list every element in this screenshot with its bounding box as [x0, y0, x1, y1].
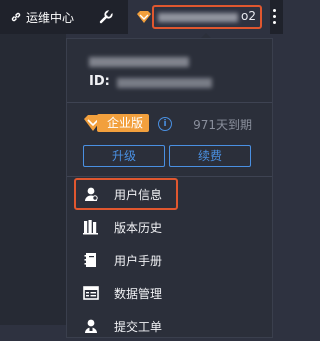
edition-badge: 企业版	[83, 113, 150, 133]
divider	[67, 176, 272, 177]
more-icon[interactable]	[273, 9, 276, 24]
vip-diamond-icon	[137, 11, 151, 23]
id-label: ID:	[89, 74, 110, 89]
menu-item-data-management[interactable]: 数据管理	[67, 278, 272, 308]
menu-item-label: 提交工单	[114, 320, 163, 334]
info-icon[interactable]: i	[158, 117, 172, 131]
left-background	[0, 34, 66, 325]
account-name-redacted	[158, 13, 238, 22]
version-history-icon	[83, 220, 98, 235]
ops-center-label: 运维中心	[26, 10, 75, 25]
menu-item-label: 用户手册	[114, 254, 163, 268]
menu-item-label: 版本历史	[114, 221, 163, 235]
ticket-icon	[85, 319, 97, 333]
renew-button[interactable]: 续费	[169, 145, 251, 167]
menu-item-label: 数据管理	[114, 287, 163, 301]
divider	[67, 102, 272, 103]
account-name[interactable]: o2	[152, 5, 262, 29]
edition-label: 企业版	[97, 114, 150, 132]
top-bar: 运维中心 o2	[0, 0, 283, 34]
ops-center-link[interactable]: 运维中心	[10, 0, 74, 34]
user-name-redacted	[89, 57, 189, 67]
wrench-icon[interactable]	[98, 9, 114, 25]
menu-item-submit-ticket[interactable]: 提交工单	[67, 311, 272, 341]
manual-icon	[84, 253, 96, 267]
account-name-suffix: o2	[241, 9, 256, 23]
menu-item-version-history[interactable]: 版本历史	[67, 212, 272, 242]
link-icon	[11, 12, 21, 22]
expire-text: 971天到期	[193, 118, 252, 132]
menu-item-user-manual[interactable]: 用户手册	[67, 245, 272, 275]
upgrade-button[interactable]: 升级	[83, 145, 165, 167]
data-management-icon	[83, 286, 99, 300]
user-id-redacted	[117, 78, 212, 88]
account-dropdown: ID: 企业版 i 971天到期 升级 续费 用户信息 版本历史 用户手册 数据…	[66, 38, 273, 338]
user-info-highlight	[74, 178, 178, 210]
